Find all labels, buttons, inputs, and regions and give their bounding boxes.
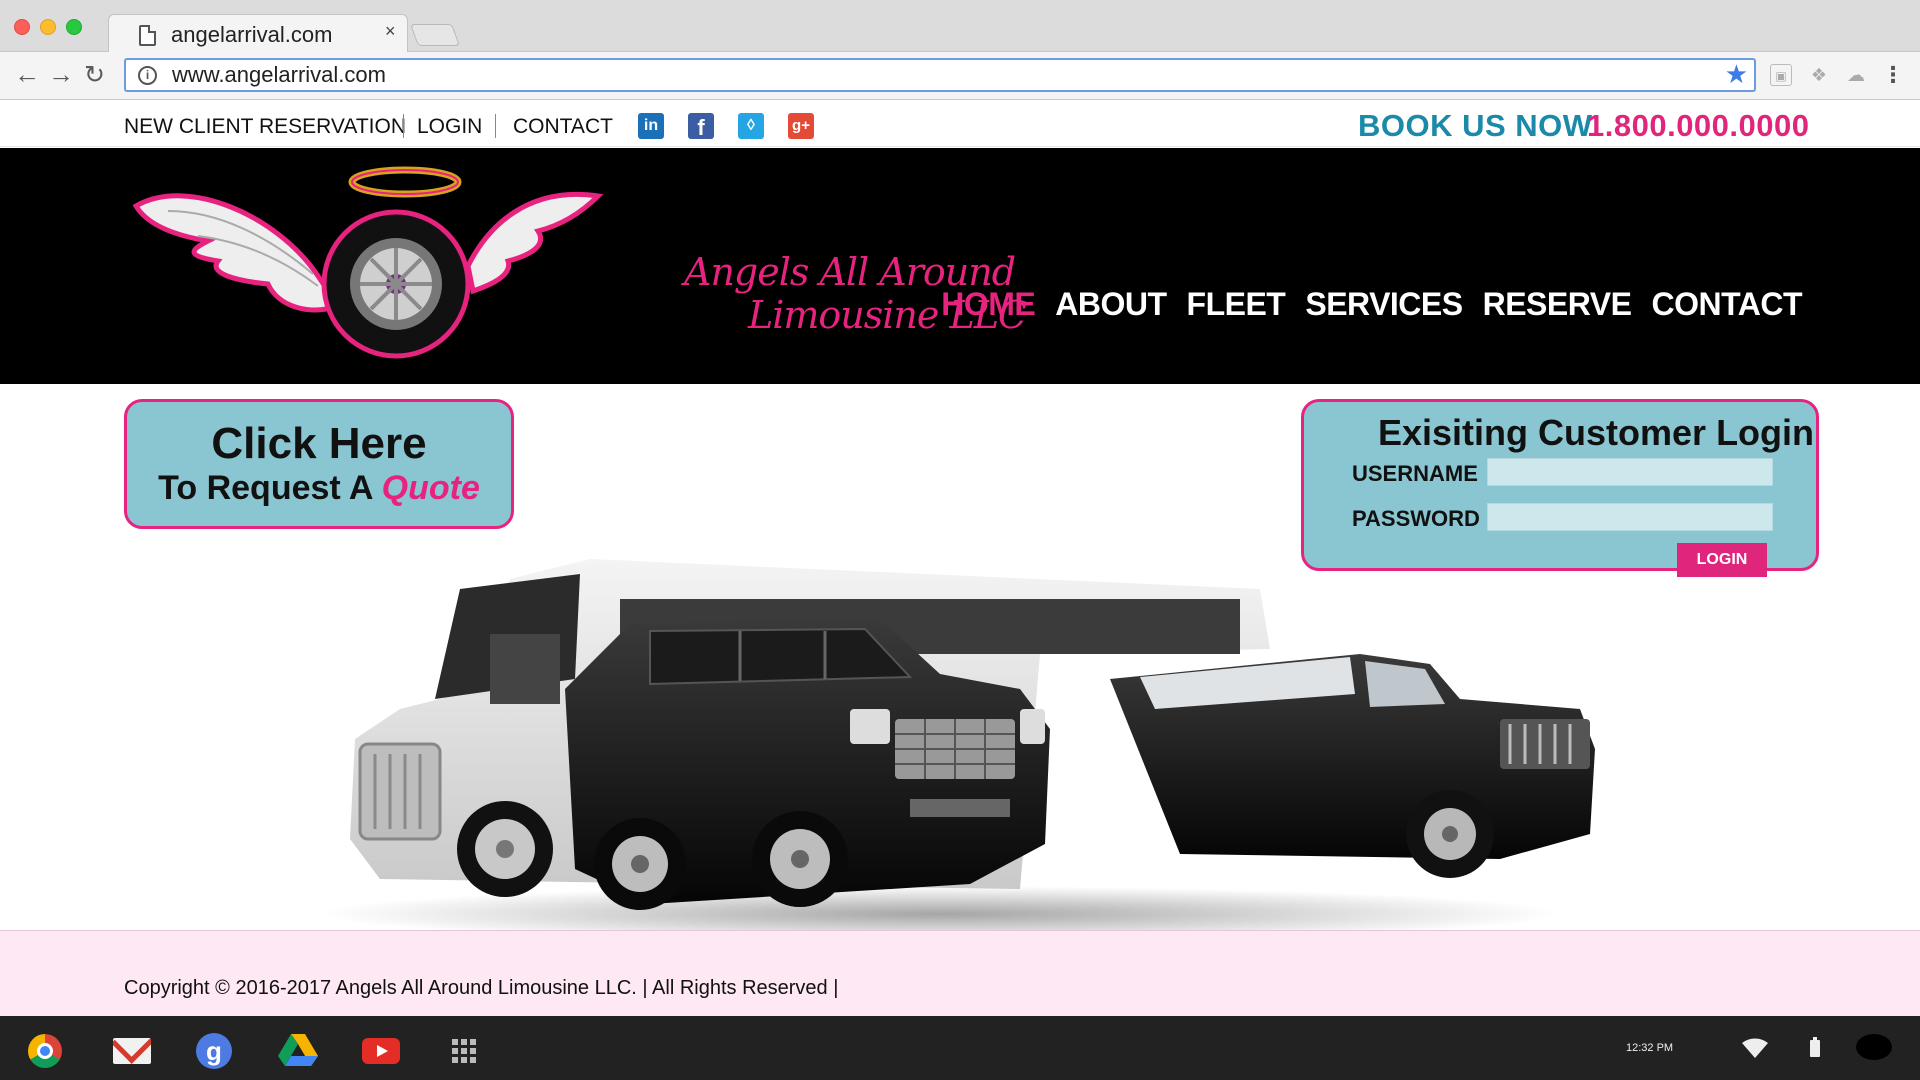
url-text[interactable]: www.angelarrival.com — [172, 62, 386, 88]
username-input[interactable] — [1487, 458, 1773, 486]
quote-highlight: Quote — [381, 469, 480, 507]
cloud-icon[interactable]: ☁ — [1845, 64, 1867, 86]
extension-icon[interactable]: ▣ — [1770, 64, 1792, 86]
request-quote-button[interactable]: Click Here To Request A Quote — [124, 399, 514, 529]
dropbox-icon[interactable]: ❖ — [1808, 64, 1830, 86]
user-avatar[interactable] — [1856, 1034, 1892, 1060]
logo[interactable]: Angels All Around Limousine LLC — [128, 156, 1027, 378]
os-taskbar: g 12:32 PM — [0, 1016, 1920, 1080]
twitter-icon[interactable]: ◊ — [738, 113, 764, 139]
quote-title: Click Here — [211, 419, 427, 468]
nav-home[interactable]: HOME — [941, 286, 1036, 323]
footer: Copyright © 2016-2017 Angels All Around … — [0, 930, 1920, 1016]
nav-reserve[interactable]: RESERVE — [1483, 286, 1632, 323]
nav-fleet[interactable]: FLEET — [1187, 286, 1286, 323]
battery-icon[interactable] — [1810, 1037, 1820, 1057]
nav-services[interactable]: SERVICES — [1305, 286, 1463, 323]
youtube-icon[interactable] — [362, 1038, 400, 1064]
username-label: USERNAME — [1352, 461, 1478, 486]
new-tab-button[interactable] — [409, 24, 461, 46]
google-drive-icon[interactable] — [278, 1034, 318, 1066]
tab-close-icon[interactable]: × — [385, 21, 396, 42]
quote-subtitle: To Request A Quote — [127, 468, 511, 508]
customer-login-panel: Exisiting Customer Login USERNAME PASSWO… — [1301, 399, 1819, 577]
info-icon[interactable]: i — [138, 66, 157, 85]
top-bar: NEW CLIENT RESERVATION LOGIN CONTACT in … — [0, 101, 1920, 147]
nav-contact[interactable]: CONTACT — [1651, 286, 1802, 323]
app-launcher-icon[interactable] — [452, 1039, 476, 1063]
system-clock[interactable]: 12:32 PM — [1626, 1042, 1673, 1054]
fleet-vehicles-image — [320, 559, 1595, 930]
main-content: Click Here To Request A Quote Exisiting … — [0, 384, 1920, 930]
close-window-icon[interactable] — [14, 19, 30, 35]
copyright-text: Copyright © 2016-2017 Angels All Around … — [124, 977, 839, 999]
new-client-reservation-link[interactable]: NEW CLIENT RESERVATION — [124, 115, 406, 139]
minimize-window-icon[interactable] — [40, 19, 56, 35]
chrome-icon[interactable] — [28, 1034, 62, 1068]
forward-arrow-icon[interactable]: → — [48, 60, 74, 88]
address-bar[interactable]: i www.angelarrival.com ★ — [124, 58, 1756, 92]
quote-subtitle-prefix: To Request A — [158, 469, 382, 507]
browser-toolbar: ← → ↻ i www.angelarrival.com ★ ▣ ❖ ☁ ⋮ — [0, 52, 1920, 100]
gmail-icon[interactable] — [113, 1038, 151, 1064]
phone-number-link[interactable]: 1.800.000.0000 — [1587, 108, 1810, 144]
maximize-window-icon[interactable] — [66, 19, 82, 35]
page-icon — [139, 25, 156, 46]
browser-tab[interactable]: angelarrival.com × — [108, 14, 408, 53]
nav-about[interactable]: ABOUT — [1055, 286, 1167, 323]
google-search-icon[interactable]: g — [196, 1033, 232, 1069]
divider — [403, 114, 404, 138]
bookmark-star-icon[interactable]: ★ — [1725, 59, 1748, 90]
browser-tab-bar: angelarrival.com × — [0, 0, 1920, 53]
top-contact-link[interactable]: CONTACT — [513, 115, 613, 139]
linkedin-icon[interactable]: in — [638, 113, 664, 139]
top-login-link[interactable]: LOGIN — [417, 115, 482, 139]
wifi-icon[interactable] — [1742, 1038, 1768, 1058]
facebook-icon[interactable]: f — [688, 113, 714, 140]
main-nav: HOME ABOUT FLEET SERVICES RESERVE CONTAC… — [941, 286, 1802, 323]
login-title: Exisiting Customer Login — [1378, 412, 1815, 453]
menu-dots-icon[interactable]: ⋮ — [1882, 64, 1904, 86]
book-us-now-label: BOOK US NOW — [1358, 108, 1593, 143]
divider — [495, 114, 496, 138]
hummer-limo-graphic — [1110, 654, 1595, 878]
tab-title: angelarrival.com — [171, 22, 333, 47]
password-input[interactable] — [1487, 503, 1773, 531]
login-button[interactable]: LOGIN — [1677, 543, 1767, 577]
reload-icon[interactable]: ↻ — [84, 61, 105, 89]
password-label: PASSWORD — [1352, 506, 1480, 531]
back-arrow-icon[interactable]: ← — [14, 60, 40, 88]
google-plus-icon[interactable]: g+ — [788, 113, 814, 139]
site-header: Angels All Around Limousine LLC HOME ABO… — [0, 148, 1920, 384]
